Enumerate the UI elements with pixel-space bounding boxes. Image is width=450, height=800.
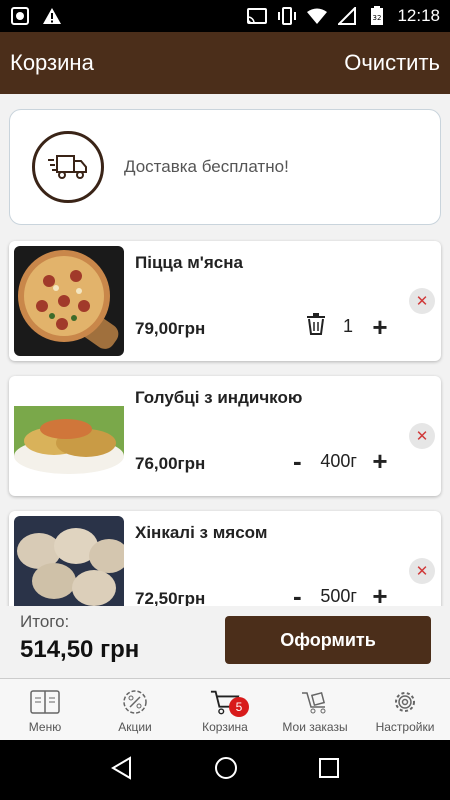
- status-bar: 32 12:18: [0, 0, 450, 32]
- nav-label: Акции: [118, 720, 152, 734]
- golubtsi-image: [14, 381, 124, 491]
- nav-item-settings[interactable]: Настройки: [360, 679, 450, 740]
- item-price: 72,50грн: [135, 589, 206, 606]
- remove-item-button[interactable]: ✕: [409, 288, 435, 314]
- app-bar: Корзина Очистить: [0, 32, 450, 94]
- increase-button[interactable]: +: [371, 583, 389, 606]
- nav-label: Мои заказы: [282, 720, 348, 734]
- total-sum: 514,50 грн: [20, 636, 140, 663]
- back-icon[interactable]: [110, 755, 134, 785]
- page-title: Корзина: [10, 50, 94, 75]
- settings-icon: [390, 688, 420, 716]
- cart-item: Голубці з индичкою 76,00грн - 400г + ✕: [9, 376, 441, 496]
- recents-icon[interactable]: [318, 757, 340, 784]
- vibrate-icon: [277, 7, 297, 25]
- pizza-image: [14, 246, 124, 356]
- clear-cart-button[interactable]: Очистить: [344, 50, 440, 76]
- nav-label: Корзина: [202, 720, 248, 734]
- nav-item-promotions[interactable]: Акции: [90, 679, 180, 740]
- home-icon[interactable]: [213, 755, 239, 786]
- nav-item-menu[interactable]: Меню: [0, 679, 90, 740]
- item-price: 79,00грн: [135, 319, 206, 338]
- cart-item: Піцца м'ясна 79,00грн 1 + ✕: [9, 241, 441, 361]
- item-name: Голубці з индичкою: [135, 388, 303, 407]
- decrease-button[interactable]: -: [288, 448, 306, 474]
- remove-item-button[interactable]: ✕: [409, 423, 435, 449]
- cast-icon: [247, 7, 268, 25]
- signal-icon: [337, 7, 357, 25]
- quantity-value: 400г: [320, 450, 357, 471]
- increase-button[interactable]: +: [371, 448, 389, 474]
- cart-count-badge: 5: [229, 697, 249, 717]
- quantity-stepper: - 500г +: [288, 583, 389, 606]
- clock: 12:18: [397, 6, 440, 25]
- item-price: 76,00грн: [135, 454, 206, 473]
- menu-book-icon: [30, 688, 60, 716]
- quantity-stepper: - 400г +: [288, 448, 389, 474]
- delivery-banner: Доставка бесплатно!: [9, 109, 441, 225]
- screenshot-icon: [10, 7, 30, 25]
- bottom-nav: Меню Акции 5 Корзина Мои заказы Настройк…: [0, 678, 450, 740]
- nav-item-cart[interactable]: 5 Корзина: [180, 679, 270, 740]
- quantity-value: 500г: [320, 585, 357, 606]
- wifi-icon: [307, 7, 328, 25]
- checkout-button[interactable]: Оформить: [225, 616, 431, 664]
- quantity-value: 1: [342, 316, 353, 336]
- cart-item: Хінкалі з мясом 72,50грн - 500г + ✕: [9, 511, 441, 606]
- system-nav-bar: [0, 740, 450, 800]
- delivery-text: Доставка бесплатно!: [124, 157, 289, 176]
- delivery-truck-icon: [32, 131, 104, 203]
- decrease-button[interactable]: -: [288, 583, 306, 606]
- nav-label: Меню: [28, 720, 62, 734]
- nav-label: Настройки: [375, 720, 435, 734]
- item-name: Піцца м'ясна: [135, 253, 243, 272]
- khinkali-image: [14, 516, 124, 606]
- quantity-stepper: 1 +: [307, 313, 389, 340]
- trash-icon[interactable]: [307, 313, 325, 340]
- warning-icon: [42, 7, 62, 25]
- total-label: Итого:: [20, 612, 70, 631]
- remove-item-button[interactable]: ✕: [409, 558, 435, 584]
- orders-icon: [300, 688, 330, 716]
- increase-button[interactable]: +: [371, 314, 389, 340]
- battery-icon: 32: [367, 6, 387, 25]
- item-name: Хінкалі з мясом: [135, 523, 268, 542]
- cart-content[interactable]: Доставка бесплатно! Піцца м'ясна 79,00гр…: [0, 94, 450, 606]
- svg-text:32: 32: [373, 14, 382, 22]
- nav-item-orders[interactable]: Мои заказы: [270, 679, 360, 740]
- discount-icon: [120, 688, 150, 716]
- screen: 32 12:18 Корзина Очистить Доставка беспл…: [0, 0, 450, 800]
- total-bar: Итого: 514,50 грн Оформить: [0, 606, 450, 678]
